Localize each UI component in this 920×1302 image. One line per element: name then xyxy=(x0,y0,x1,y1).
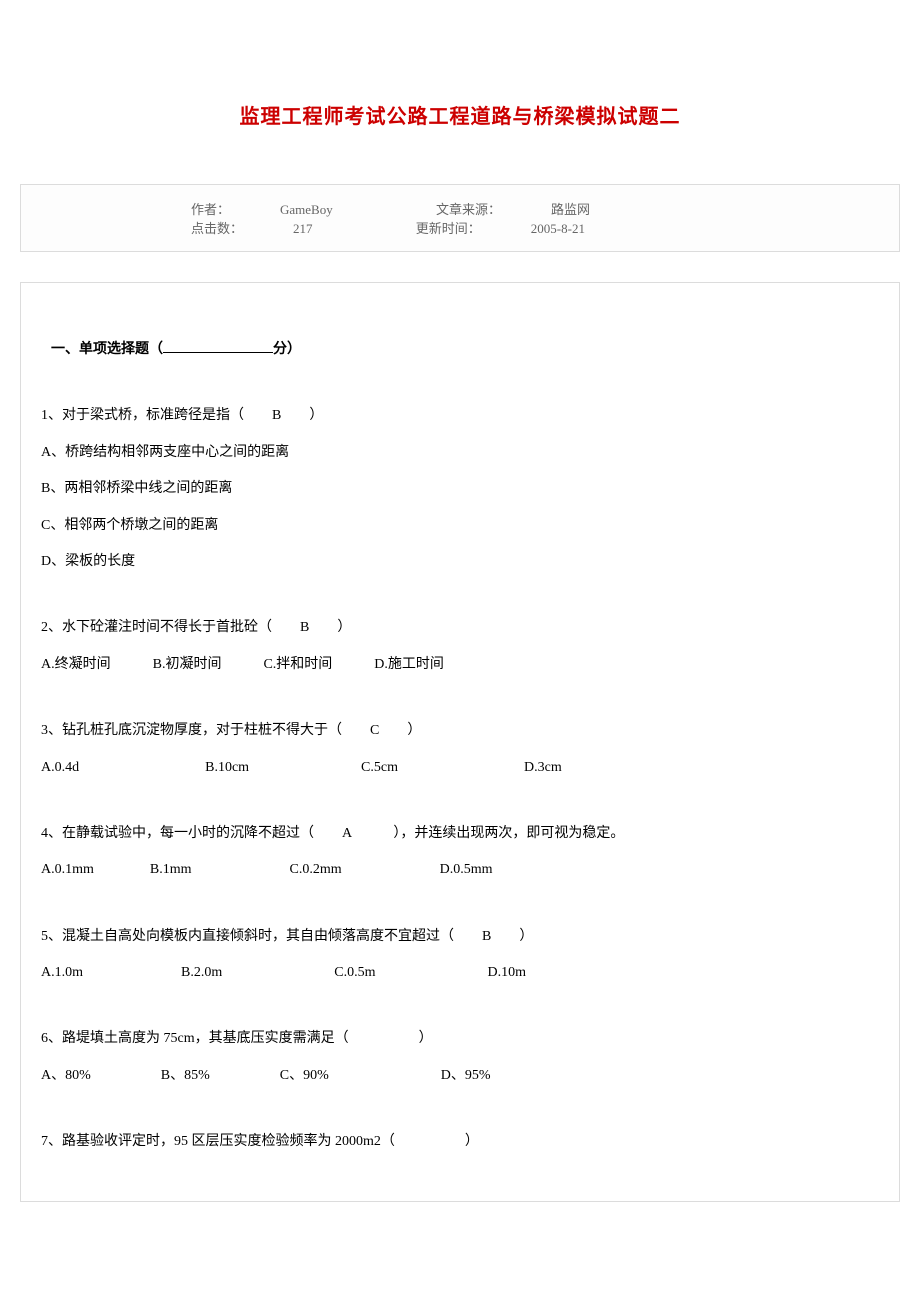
question-1: 1、对于梁式桥，标准跨径是指（ B ） A、桥跨结构相邻两支座中心之间的距离 B… xyxy=(41,398,879,580)
question-option: A、桥跨结构相邻两支座中心之间的距离 xyxy=(41,435,879,471)
question-4: 4、在静载试验中，每一小时的沉降不超过（ A ），并连续出现两次，即可视为稳定。… xyxy=(41,816,879,889)
question-stem: 2、水下砼灌注时间不得长于首批砼（ B ） xyxy=(41,610,879,646)
question-5: 5、混凝土自高处向模板内直接倾斜时，其自由倾落高度不宜超过（ B ） A.1.0… xyxy=(41,919,879,992)
question-stem: 3、钻孔桩孔底沉淀物厚度，对于柱桩不得大于（ C ） xyxy=(41,713,879,749)
meta-bar: 作者：GameBoy 文章来源：路监网 点击数：217 更新时间：2005-8-… xyxy=(20,184,900,252)
meta-author: 作者：GameBoy xyxy=(191,199,383,218)
question-option: D、梁板的长度 xyxy=(41,544,879,580)
question-7: 7、路基验收评定时，95 区层压实度检验频率为 2000m2（ ） xyxy=(41,1124,879,1160)
question-3: 3、钻孔桩孔底沉淀物厚度，对于柱桩不得大于（ C ） A.0.4d B.10cm… xyxy=(41,713,879,786)
page-container: 监理工程师考试公路工程道路与桥梁模拟试题二 作者：GameBoy 文章来源：路监… xyxy=(0,0,920,1242)
question-6: 6、路堤填土高度为 75cm，其基底压实度需满足（ ） A、80% B、85% … xyxy=(41,1021,879,1094)
question-option: A.1.0m B.2.0m C.0.5m D.10m xyxy=(41,955,879,991)
question-option: A.终凝时间 B.初凝时间 C.拌和时间 D.施工时间 xyxy=(41,647,879,683)
question-stem: 5、混凝土自高处向模板内直接倾斜时，其自由倾落高度不宜超过（ B ） xyxy=(41,919,879,955)
question-stem: 1、对于梁式桥，标准跨径是指（ B ） xyxy=(41,398,879,434)
meta-source: 文章来源：路监网 xyxy=(436,199,640,218)
section-heading: 一、单项选择题（分） xyxy=(51,332,879,368)
blank-underline xyxy=(163,338,273,353)
question-option: B、两相邻桥梁中线之间的距离 xyxy=(41,471,879,507)
question-option: A.0.4d B.10cm C.5cm D.3cm xyxy=(41,750,879,786)
content-box: 一、单项选择题（分） 1、对于梁式桥，标准跨径是指（ B ） A、桥跨结构相邻两… xyxy=(20,282,900,1202)
question-stem: 7、路基验收评定时，95 区层压实度检验频率为 2000m2（ ） xyxy=(41,1124,879,1160)
document-title: 监理工程师考试公路工程道路与桥梁模拟试题二 xyxy=(20,100,900,129)
question-stem: 4、在静载试验中，每一小时的沉降不超过（ A ），并连续出现两次，即可视为稳定。 xyxy=(41,816,879,852)
question-2: 2、水下砼灌注时间不得长于首批砼（ B ） A.终凝时间 B.初凝时间 C.拌和… xyxy=(41,610,879,683)
question-option: A、80% B、85% C、90% D、95% xyxy=(41,1058,879,1094)
question-stem: 6、路堤填土高度为 75cm，其基底压实度需满足（ ） xyxy=(41,1021,879,1057)
question-option: A.0.1mm B.1mm C.0.2mm D.0.5mm xyxy=(41,852,879,888)
question-option: C、相邻两个桥墩之间的距离 xyxy=(41,508,879,544)
meta-hits: 点击数：217 xyxy=(191,218,363,237)
meta-update: 更新时间：2005-8-21 xyxy=(416,218,635,237)
